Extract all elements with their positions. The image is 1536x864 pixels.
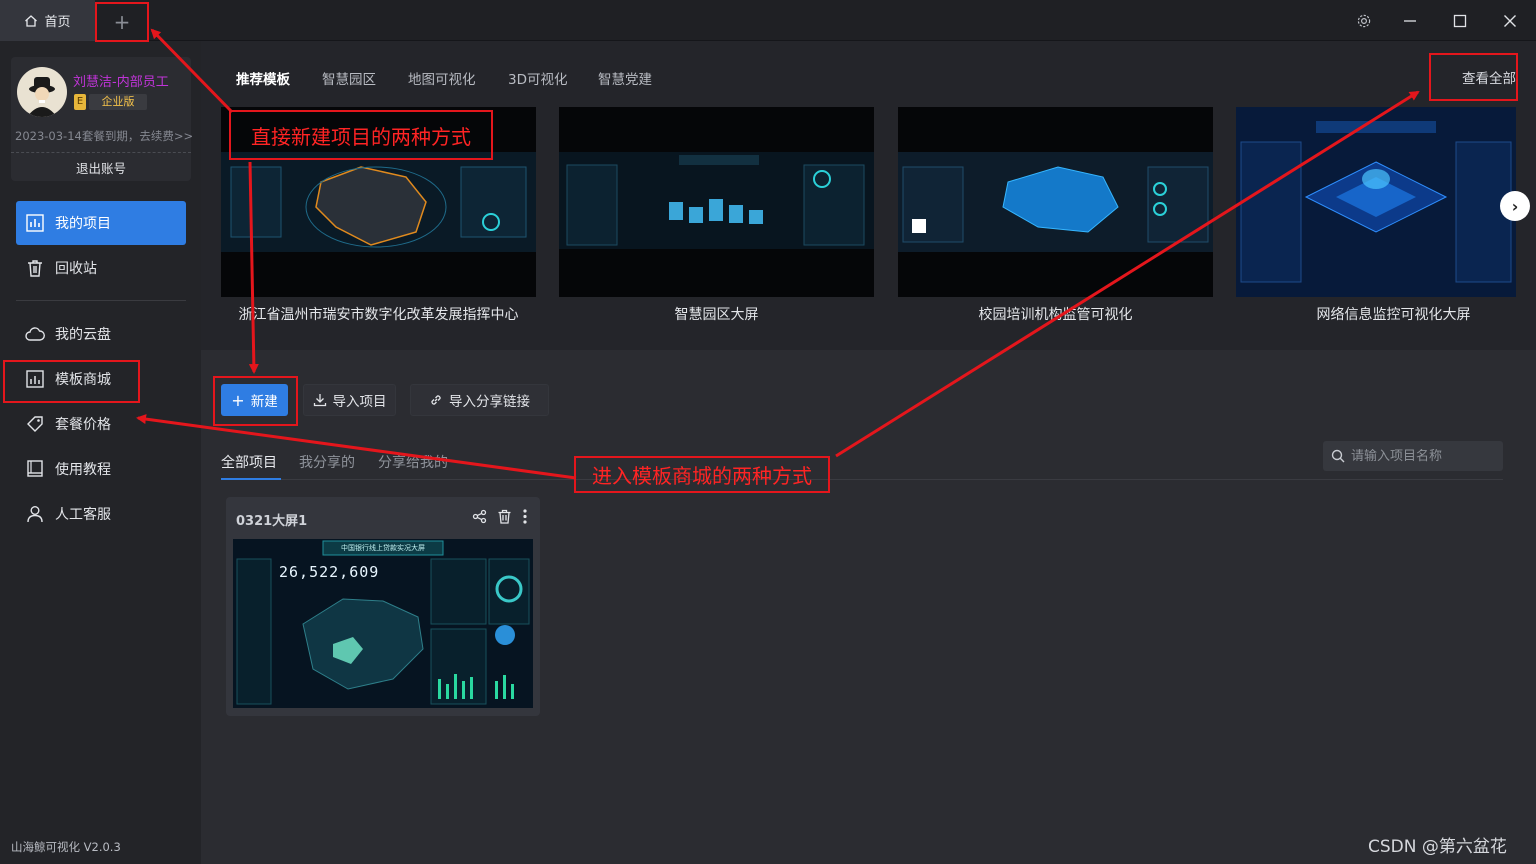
template-card[interactable]: [1236, 107, 1516, 297]
sidebar-item-cloud-drive[interactable]: 我的云盘: [16, 312, 186, 356]
import-share-link-button[interactable]: 导入分享链接: [410, 384, 549, 416]
tab-all-projects[interactable]: 全部项目: [221, 452, 277, 472]
more-vertical-icon[interactable]: [522, 509, 528, 524]
sidebar-item-label: 回收站: [55, 261, 97, 277]
project-actions: [472, 509, 528, 524]
sidebar-item-customer-service[interactable]: 人工客服: [16, 492, 186, 536]
chart-icon: [26, 214, 44, 232]
sidebar-item-label: 使用教程: [55, 462, 111, 478]
trash-icon: [28, 260, 42, 277]
annotation-template-store-ways: 进入模板商城的两种方式: [574, 456, 830, 493]
sidebar-item-label: 我的项目: [55, 216, 111, 232]
renew-link[interactable]: 2023-03-14套餐到期，去续费>>: [15, 128, 193, 144]
logout-button[interactable]: 退出账号: [11, 158, 191, 177]
search-input[interactable]: [1351, 448, 1491, 464]
chevron-right-icon[interactable]: ›: [1500, 191, 1530, 221]
template-card-title: 校园培训机构监管可视化: [978, 307, 1133, 323]
thumbnail-big-number: 26,522,609: [279, 563, 380, 581]
tab-my-shared[interactable]: 我分享的: [299, 452, 355, 472]
user-name: 刘慧洁-内部员工: [73, 75, 169, 90]
close-icon[interactable]: [1486, 0, 1534, 41]
divider: [11, 152, 191, 153]
tab-home[interactable]: 首页: [0, 0, 95, 41]
project-name: 0321大屏1: [236, 514, 308, 529]
template-card-title: 浙江省温州市瑞安市数字化改革发展指挥中心: [238, 307, 519, 323]
import-project-button[interactable]: 导入项目: [303, 384, 396, 416]
sidebar-item-label: 我的云盘: [55, 327, 111, 343]
cloud-icon: [25, 327, 45, 341]
tab-map-vis[interactable]: 地图可视化: [408, 68, 476, 88]
annotation-new-project-ways: 直接新建项目的两种方式: [229, 110, 493, 160]
sidebar-item-recycle-bin[interactable]: 回收站: [16, 246, 186, 290]
minimize-icon[interactable]: [1386, 0, 1434, 41]
user-profile-card: 刘慧洁-内部员工 E 企业版 2023-03-14套餐到期，去续费>> 退出账号: [11, 57, 193, 181]
tab-3d-vis[interactable]: 3D可视化: [508, 68, 567, 88]
active-tab-indicator: [221, 478, 281, 480]
project-card[interactable]: 0321大屏1 中国银行线上贷款实况大屏 26,522,609: [226, 497, 540, 716]
sidebar-item-pricing[interactable]: 套餐价格: [16, 402, 186, 446]
thumbnail-title: 中国银行线上贷款实况大屏: [341, 544, 425, 552]
annotation-box: [3, 360, 140, 403]
book-icon: [27, 460, 43, 477]
plan-badge: 企业版: [89, 94, 147, 110]
settings-icon[interactable]: [1340, 0, 1388, 41]
link-icon: [431, 395, 441, 405]
sidebar-item-tutorial[interactable]: 使用教程: [16, 447, 186, 491]
sidebar-item-label: 人工客服: [55, 507, 111, 523]
search-icon: [1331, 449, 1345, 463]
maximize-icon[interactable]: [1436, 0, 1484, 41]
trash-icon[interactable]: [497, 509, 512, 524]
divider: [16, 300, 186, 301]
annotation-box: [95, 2, 149, 42]
template-card[interactable]: [898, 107, 1213, 297]
template-card-title: 智慧园区大屏: [674, 307, 759, 323]
tab-smart-park[interactable]: 智慧园区: [322, 68, 376, 88]
annotation-box: [1429, 53, 1518, 101]
person-icon: [27, 506, 43, 523]
home-icon: [25, 14, 38, 27]
project-thumbnail: 中国银行线上贷款实况大屏 26,522,609: [233, 539, 533, 708]
tab-home-label: 首页: [44, 15, 71, 30]
template-card[interactable]: [559, 107, 874, 297]
tab-recommended[interactable]: 推荐模板: [236, 68, 290, 88]
avatar[interactable]: [17, 67, 67, 117]
divider: [221, 479, 1503, 480]
project-search: [1323, 441, 1503, 471]
title-bar: 首页 +: [0, 0, 1536, 41]
sidebar-item-my-projects[interactable]: 我的项目: [16, 201, 186, 245]
projects-section: + 新建 导入项目 导入分享链接 全部项目 我分享的 分享给我的 0321大屏1: [201, 350, 1536, 864]
template-section: 推荐模板 智慧园区 地图可视化 3D可视化 智慧党建 查看全部 浙江省温州市瑞安…: [201, 41, 1536, 350]
enterprise-badge-icon: E: [74, 94, 86, 110]
download-icon: [313, 394, 326, 407]
import-project-label: 导入项目: [332, 394, 387, 410]
app-version: 山海鲸可视化 V2.0.3: [11, 840, 121, 854]
annotation-box: [213, 376, 298, 426]
sidebar: 刘慧洁-内部员工 E 企业版 2023-03-14套餐到期，去续费>> 退出账号…: [0, 41, 201, 864]
tab-shared-with-me[interactable]: 分享给我的: [378, 452, 448, 472]
import-share-link-label: 导入分享链接: [449, 394, 530, 410]
tab-party-building[interactable]: 智慧党建: [598, 68, 652, 88]
sidebar-item-label: 套餐价格: [55, 417, 111, 433]
watermark: CSDN @第六盆花: [1368, 837, 1507, 857]
tag-icon: [27, 416, 43, 432]
share-icon[interactable]: [472, 509, 487, 524]
template-card-title: 网络信息监控可视化大屏: [1316, 307, 1471, 323]
